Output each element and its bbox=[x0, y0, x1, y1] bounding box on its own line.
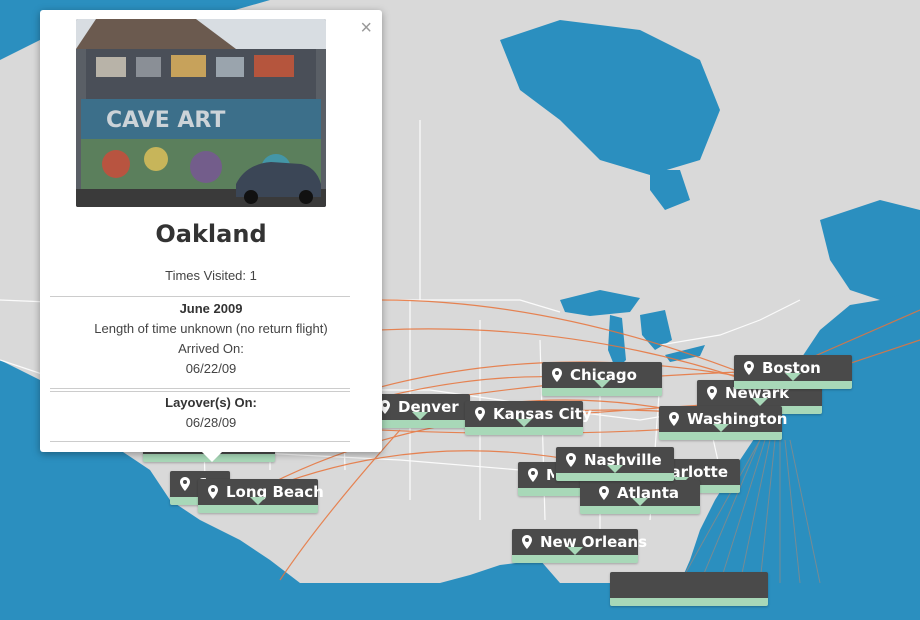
marker-label: Washington bbox=[687, 410, 788, 428]
map-marker[interactable]: Washington bbox=[659, 406, 787, 454]
close-icon[interactable]: × bbox=[360, 18, 372, 38]
marker-label: New Orleans bbox=[540, 533, 647, 551]
marker-box: Denver bbox=[370, 394, 470, 428]
divider bbox=[50, 441, 350, 442]
marker-label: Kansas City bbox=[493, 405, 592, 423]
map-pin-icon bbox=[180, 477, 190, 491]
map-pin-icon bbox=[552, 368, 562, 382]
city-photo: CAVE ART bbox=[76, 19, 326, 207]
arrived-date: 06/22/09 bbox=[185, 361, 237, 376]
map-marker[interactable]: Long Beach bbox=[198, 479, 324, 527]
times-visited: Times Visited: 1 bbox=[165, 268, 257, 283]
map-marker[interactable] bbox=[610, 572, 768, 620]
marker-label: Denver bbox=[398, 398, 459, 416]
arrived-label: Arrived On: bbox=[178, 341, 244, 356]
marker-label: Long Beach bbox=[226, 483, 324, 501]
popup-city-name: Oakland bbox=[155, 220, 267, 248]
trip-length: Length of time unknown (no return flight… bbox=[94, 321, 328, 336]
map-pin-icon bbox=[744, 361, 754, 375]
map-pin-icon bbox=[528, 468, 538, 482]
map-marker[interactable]: New Orleans bbox=[512, 529, 647, 577]
map-marker[interactable]: Nashville bbox=[556, 447, 674, 495]
layover-label: Layover(s) On: bbox=[165, 395, 257, 410]
map-marker[interactable]: Boston bbox=[734, 355, 852, 403]
map-pin-icon bbox=[475, 407, 485, 421]
popup-pointer bbox=[202, 452, 222, 462]
divider bbox=[50, 388, 350, 389]
svg-text:CAVE ART: CAVE ART bbox=[106, 108, 225, 133]
map-pin-icon bbox=[707, 386, 717, 400]
map-marker[interactable]: Kansas City bbox=[465, 401, 592, 449]
graffiti-photo: CAVE ART bbox=[76, 19, 326, 207]
map-pin-icon bbox=[522, 535, 532, 549]
map-pin-icon bbox=[566, 453, 576, 467]
map-pin-icon bbox=[669, 412, 679, 426]
divider bbox=[50, 391, 350, 392]
divider bbox=[50, 296, 350, 297]
trip-date: June 2009 bbox=[179, 301, 243, 316]
map-marker[interactable]: Denver bbox=[370, 394, 470, 442]
city-info-popup: × CAVE ART Oakland Times Visited: 1 June… bbox=[40, 10, 382, 462]
marker-label: Memphis bbox=[546, 466, 554, 484]
layover-date: 06/28/09 bbox=[185, 415, 237, 430]
map-pin-icon bbox=[208, 485, 218, 499]
